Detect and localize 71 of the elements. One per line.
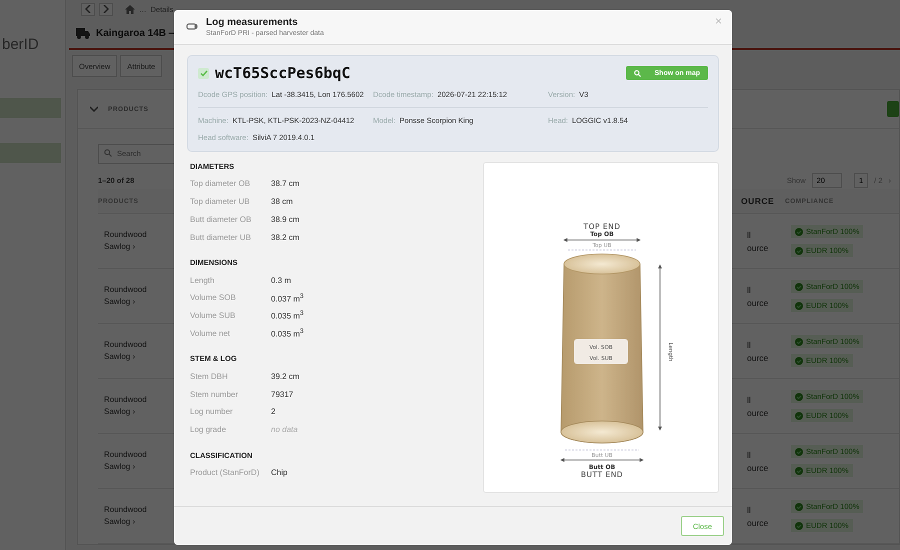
forward-button[interactable] xyxy=(99,2,113,16)
measure-value: no data xyxy=(271,425,298,434)
table-cell-text: ource xyxy=(747,518,770,528)
back-button[interactable] xyxy=(81,2,95,16)
check-circle-icon xyxy=(795,246,803,254)
measure-label: Product (StanForD) xyxy=(190,468,260,477)
measure-value: 0.3 m xyxy=(271,276,292,285)
check-circle-icon xyxy=(795,302,803,310)
table-cell-text: ll xyxy=(747,340,752,350)
table-cell-text: ll xyxy=(747,394,752,404)
check-circle-icon xyxy=(795,282,803,290)
measure-value: 39.2 cm xyxy=(271,372,300,381)
table-cell-text: ll xyxy=(747,284,752,294)
chevron-left-icon xyxy=(85,5,91,13)
truck-icon xyxy=(76,28,90,38)
check-circle-icon xyxy=(795,522,803,530)
measure-value: 79317 xyxy=(271,390,294,399)
measure-label: Butt diameter UB xyxy=(190,232,252,242)
measure-label: Top diameter UB xyxy=(190,197,251,206)
close-button[interactable]: × xyxy=(714,14,722,28)
measure-value: 0.035 m$^{3}$ xyxy=(271,310,304,321)
measure-value: 38.7 cm xyxy=(271,179,300,188)
table-cell-text: ource xyxy=(747,298,770,308)
check-circle-icon xyxy=(795,466,803,474)
table-cell-text: ource xyxy=(747,352,770,362)
measure-label: Volume net xyxy=(190,328,232,338)
measure-value: Chip xyxy=(271,468,288,477)
check-circle-icon xyxy=(795,338,803,346)
measure-label: Length xyxy=(190,276,216,285)
product-link[interactable]: Roundwood Sawlog › xyxy=(98,449,166,473)
measure-label: Butt diameter OB xyxy=(190,214,252,224)
measure-label: Log grade xyxy=(190,425,228,434)
measure-label: Log number xyxy=(190,407,234,416)
measure-value: 0.037 m$^{3}$ xyxy=(271,292,304,304)
measure-label: Stem DBH xyxy=(190,372,229,381)
measure-value: 38.9 cm xyxy=(271,214,300,224)
search-icon xyxy=(634,70,640,76)
check-circle-icon xyxy=(795,356,803,364)
measure-label: Volume SUB xyxy=(190,311,236,320)
measure-value: 38.2 cm xyxy=(271,232,300,242)
table-cell-text: ll xyxy=(747,504,752,514)
home-icon[interactable] xyxy=(125,4,135,14)
check-circle-icon xyxy=(795,228,803,236)
product-link[interactable]: Roundwood Sawlog › xyxy=(98,394,166,418)
volume-label-box xyxy=(574,339,628,364)
check-circle-icon xyxy=(795,412,803,420)
product-link[interactable]: Roundwood Sawlog › xyxy=(98,229,166,253)
product-link[interactable]: Roundwood Sawlog › xyxy=(98,504,166,528)
table-cell-text: ll xyxy=(747,450,752,460)
dialog-title: Log measurements xyxy=(206,17,299,28)
measure-value: 0.035 m$^{3}$ xyxy=(271,328,304,339)
chevron-right-icon xyxy=(103,5,109,13)
dcode-id: wcT65SccPes6bqC xyxy=(215,64,350,82)
measure-label: Volume SOB xyxy=(190,293,237,302)
check-circle-icon xyxy=(795,448,803,456)
table-cell-text: ource xyxy=(747,408,770,418)
measure-value: 38 cm xyxy=(271,197,293,206)
measure-label: Stem number xyxy=(190,390,240,399)
table-cell-text: ource xyxy=(747,462,770,472)
product-link[interactable]: Roundwood Sawlog › xyxy=(98,284,166,308)
check-circle-icon xyxy=(795,392,803,400)
logo-text: berID xyxy=(2,36,40,55)
chevron-icon[interactable] xyxy=(90,106,98,112)
measure-label: Top diameter OB xyxy=(190,179,252,188)
measure-value: 2 xyxy=(271,407,276,416)
table-cell-text: ource xyxy=(747,242,770,252)
product-link[interactable]: Roundwood Sawlog › xyxy=(98,339,166,363)
column-header: OURCE xyxy=(741,196,776,206)
check-circle-icon xyxy=(795,502,803,510)
table-cell-text: ll xyxy=(747,230,752,240)
search-icon xyxy=(104,149,112,157)
